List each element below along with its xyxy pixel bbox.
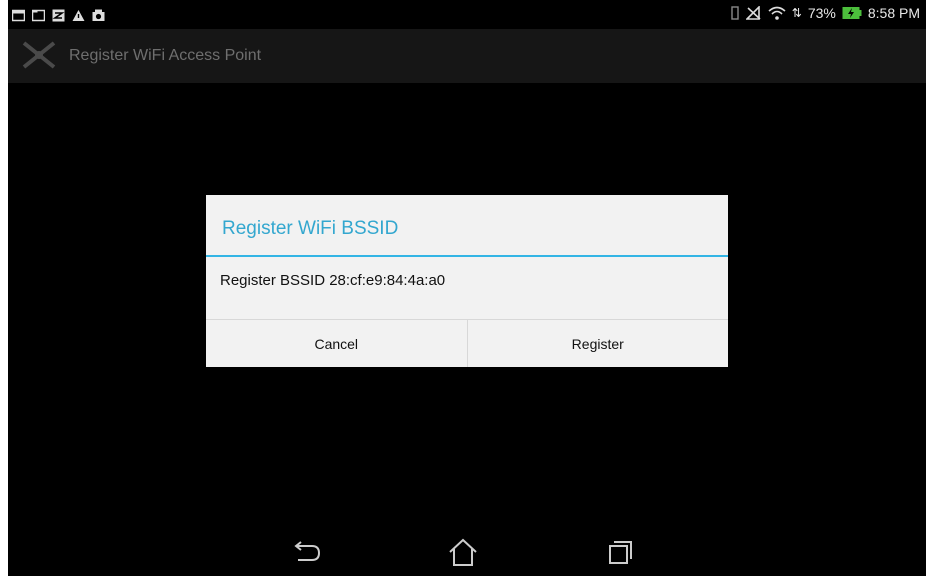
camera-icon: [92, 9, 105, 21]
dialog-title: Register WiFi BSSID: [222, 218, 399, 239]
home-icon[interactable]: [445, 536, 481, 568]
clock: 8:58 PM: [867, 5, 920, 21]
no-signal-icon: [745, 6, 761, 20]
navigation-bar: [8, 524, 926, 576]
back-icon[interactable]: [288, 536, 324, 568]
device-screen: ⇅ 73% 8:58 PM Register WiFi Access Point…: [8, 0, 926, 576]
register-button[interactable]: Register: [467, 320, 728, 367]
action-bar: Register WiFi Access Point: [8, 29, 926, 83]
page-title: Register WiFi Access Point: [69, 47, 262, 64]
warning-icon: [72, 9, 85, 21]
dialog-button-row: Cancel Register: [206, 319, 728, 367]
battery-charging-icon: [842, 7, 862, 19]
dialog-message: Register BSSID 28:cf:e9:84:4a:a0: [220, 272, 446, 289]
cancel-button[interactable]: Cancel: [206, 320, 467, 367]
vibrate-icon: [731, 6, 739, 20]
status-bar: ⇅ 73% 8:58 PM: [8, 0, 926, 29]
notification-icons: [12, 7, 105, 23]
dialog-title-divider: [206, 255, 728, 257]
app-logo-icon[interactable]: [20, 37, 58, 73]
recent-apps-icon[interactable]: [602, 536, 638, 568]
data-activity-icon: ⇅: [791, 6, 802, 20]
wifi-icon: [768, 6, 786, 20]
register-bssid-dialog: Register WiFi BSSID Register BSSID 28:cf…: [206, 195, 728, 367]
battery-percent: 73%: [807, 5, 836, 21]
screen-icon: [12, 9, 25, 21]
window-icon: [32, 9, 45, 21]
zip-icon: [52, 9, 65, 21]
system-indicators: ⇅ 73% 8:58 PM: [730, 5, 920, 21]
